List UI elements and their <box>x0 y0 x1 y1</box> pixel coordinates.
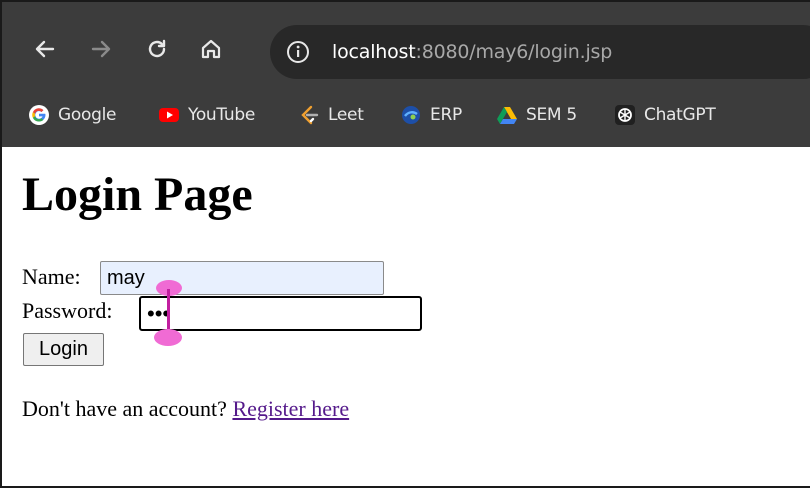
arrow-right-icon <box>91 40 111 58</box>
page-title: Login Page <box>22 168 253 221</box>
name-label: Name: <box>22 264 81 289</box>
google-icon <box>29 105 49 125</box>
forward-button[interactable] <box>86 34 116 64</box>
address-bar[interactable]: localhost:8080/may6/login.jsp <box>270 25 810 79</box>
reload-icon <box>148 39 166 58</box>
password-input[interactable] <box>139 296 422 331</box>
page-content: Login Page Name: Password: Login Don't h… <box>2 147 810 486</box>
browser-chrome: localhost:8080/may6/login.jsp Google You… <box>2 2 810 147</box>
password-label: Password: <box>22 298 113 323</box>
bookmark-label: Google <box>58 105 117 125</box>
bookmark-label: Leet <box>328 105 364 125</box>
chatgpt-icon <box>615 105 635 125</box>
leetcode-icon <box>301 105 319 125</box>
bookmark-label: ERP <box>430 105 462 125</box>
url-text: localhost:8080/may6/login.jsp <box>332 38 612 66</box>
register-prompt-row: Don't have an account? Register here <box>22 395 349 423</box>
name-input[interactable] <box>100 261 384 295</box>
bookmark-erp[interactable]: ERP <box>400 102 462 128</box>
browser-toolbar: localhost:8080/may6/login.jsp <box>2 2 810 90</box>
youtube-icon <box>159 108 179 122</box>
login-button[interactable]: Login <box>23 333 104 366</box>
back-button[interactable] <box>30 34 60 64</box>
bookmark-label: ChatGPT <box>644 105 716 125</box>
bookmark-youtube[interactable]: YouTube <box>158 102 255 128</box>
erp-icon <box>402 106 420 124</box>
home-button[interactable] <box>196 34 226 64</box>
bookmark-label: YouTube <box>188 105 256 125</box>
bookmark-leet[interactable]: Leet <box>298 102 364 128</box>
info-icon[interactable] <box>284 38 312 66</box>
register-prompt: Don't have an account? <box>22 396 227 421</box>
home-icon <box>201 39 221 59</box>
reload-button[interactable] <box>142 34 172 64</box>
register-link[interactable]: Register here <box>232 396 349 421</box>
bookmark-label: SEM 5 <box>526 105 577 125</box>
text-selection-handle-bottom[interactable] <box>154 329 182 346</box>
bookmarks-bar: Google YouTube Leet ERP SEM 5 ChatGPT <box>2 94 810 136</box>
url-host: localhost <box>332 41 416 63</box>
google-drive-icon <box>497 107 517 124</box>
arrow-left-icon <box>35 40 55 58</box>
browser-window: localhost:8080/may6/login.jsp Google You… <box>0 0 810 488</box>
bookmark-chatgpt[interactable]: ChatGPT <box>614 102 716 128</box>
bookmark-google[interactable]: Google <box>28 102 116 128</box>
url-path: :8080/may6/login.jsp <box>415 41 613 63</box>
bookmark-sem5[interactable]: SEM 5 <box>496 102 577 128</box>
